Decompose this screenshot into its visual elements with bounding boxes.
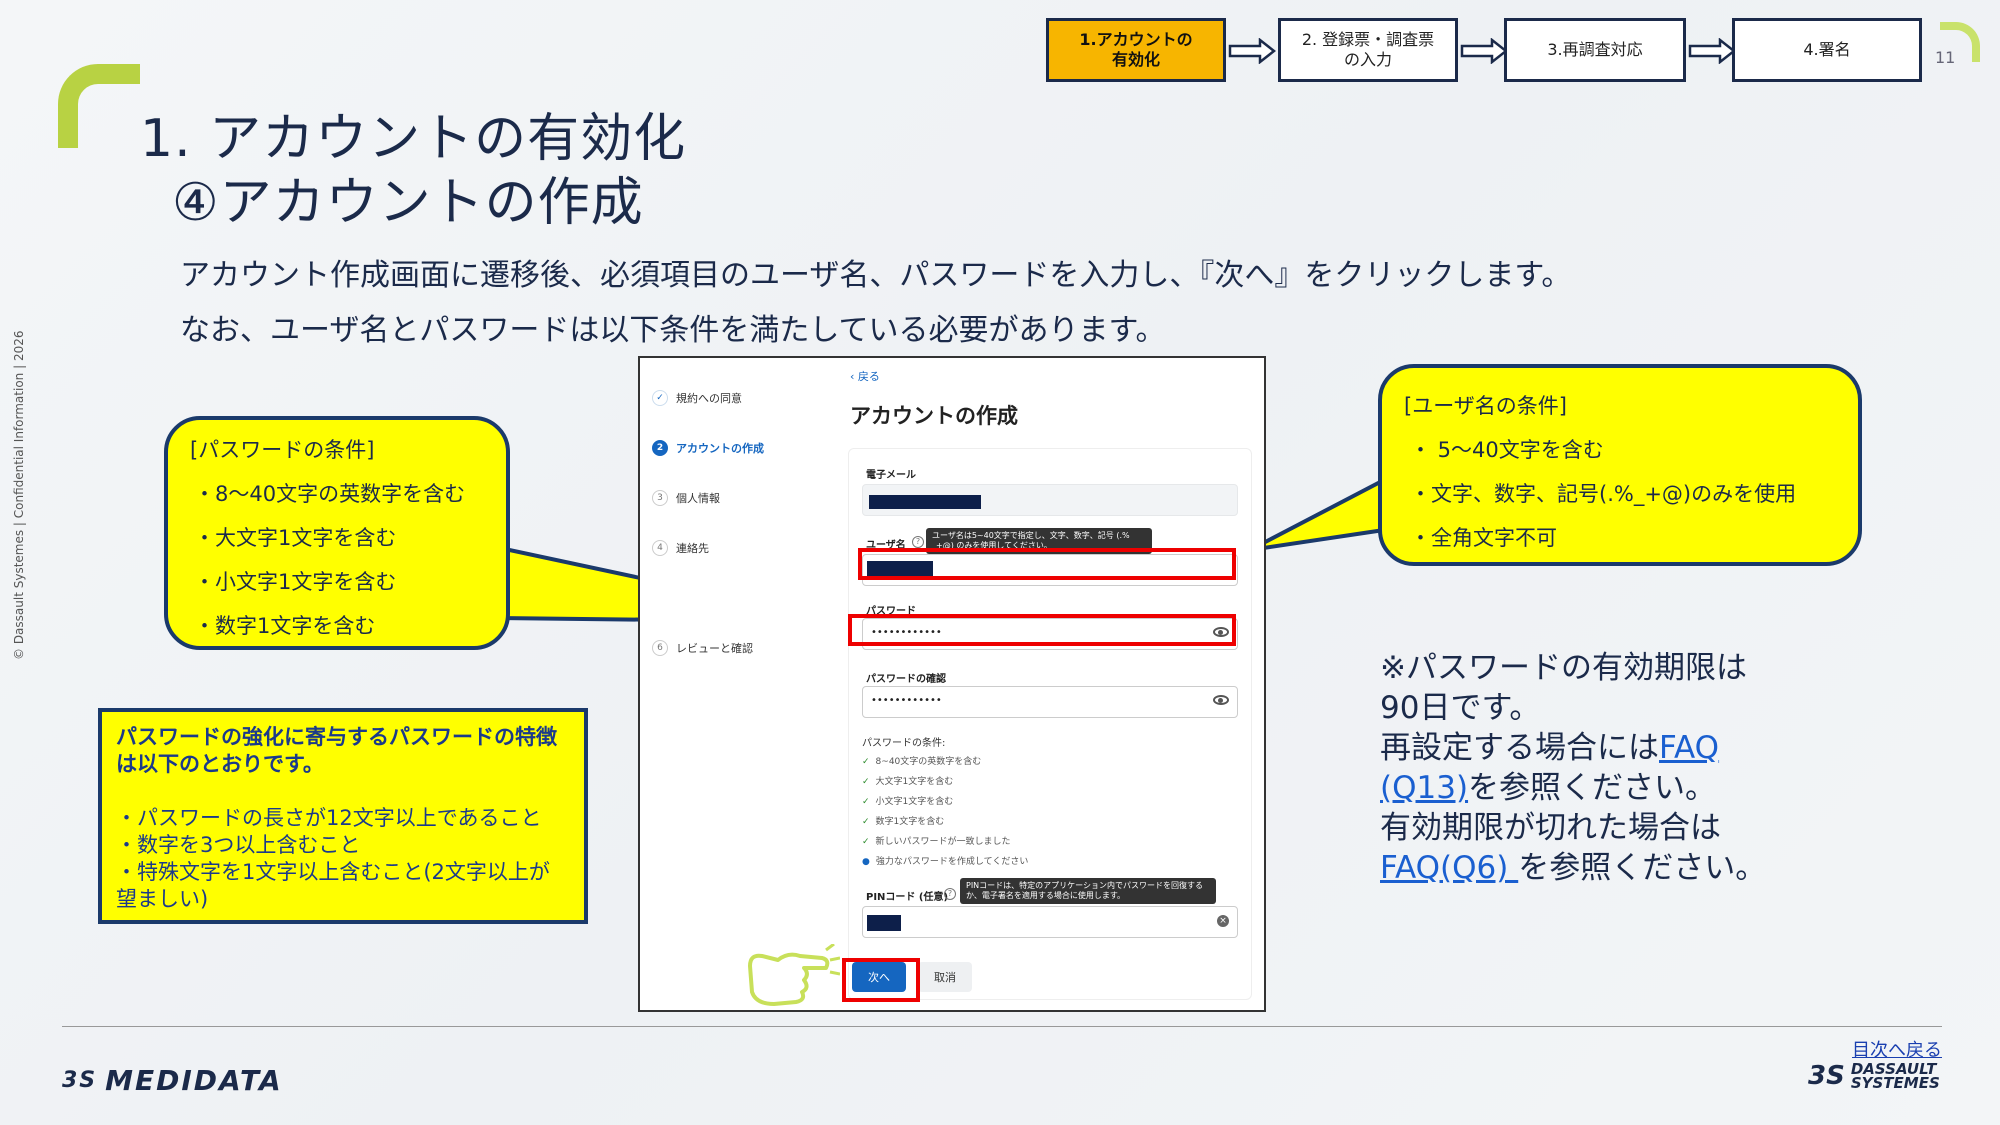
callout-item: ・小文字1文字を含む — [194, 570, 397, 594]
check-icon: ✓ — [862, 797, 870, 807]
note-line: 有効期限が切れた場合は — [1380, 810, 1721, 846]
sidebar-item-terms[interactable]: ✓ 規約への同意 — [652, 390, 742, 406]
form-heading: アカウントの作成 — [850, 404, 1018, 428]
pointing-hand-icon — [748, 944, 840, 1006]
clear-icon[interactable]: × — [1217, 915, 1229, 927]
redacted-value — [869, 495, 981, 509]
step-number: 2 — [652, 440, 668, 456]
username-highlight — [858, 548, 1236, 580]
step-number: 4 — [652, 540, 668, 556]
step-number: 3 — [652, 490, 668, 506]
redacted-value — [867, 915, 901, 931]
check-icon: ✓ — [862, 837, 870, 847]
account-creation-screenshot: ✓ 規約への同意 2 アカウントの作成 3 個人情報 4 連絡先 6 レビューと… — [638, 356, 1266, 1012]
pin-input[interactable]: × — [862, 906, 1238, 938]
info-box-item: ・特殊文字を1文字以上含むこと(2文字以上が — [116, 860, 550, 885]
medidata-logo: 3S MEDIDATA — [62, 1064, 283, 1097]
back-link[interactable]: ‹ 戻る — [850, 368, 880, 384]
callout-item: ・ 5～40文字を含む — [1410, 438, 1604, 462]
faq-q6-link[interactable]: FAQ(Q6) — [1380, 850, 1518, 886]
info-box-item: ・数字を3つ以上含むこと — [116, 832, 361, 857]
info-box-heading: は以下のとおりです。 — [116, 752, 324, 777]
check-icon: ✓ — [652, 390, 668, 406]
condition-item: ✓ 小文字1文字を含む — [862, 797, 954, 807]
password-strength-info-box: パスワードの強化に寄与するパスワードの特徴 は以下のとおりです。 ・パスワードの… — [98, 708, 588, 924]
pin-label: PINコード (任意) — [866, 892, 949, 903]
sidebar-item-label: 個人情報 — [676, 492, 720, 505]
note-line: 再設定する場合には — [1380, 730, 1659, 766]
username-conditions-callout: [ユーザ名の条件] ・ 5～40文字を含む ・文字、数字、記号(.%_+@)のみ… — [1378, 364, 1862, 566]
sidebar-item-label: 連絡先 — [676, 542, 709, 555]
callout-item: ・大文字1文字を含む — [194, 526, 397, 550]
footer-divider — [62, 1026, 1942, 1027]
info-box-item: ・パスワードの長さが12文字以上であること — [116, 805, 542, 830]
condition-item: ● 強力なパスワードを作成してください — [862, 857, 1029, 867]
check-icon: ✓ — [862, 817, 870, 827]
note-line: ※パスワードの有効期限は — [1380, 650, 1747, 686]
toc-link[interactable]: 目次へ戻る — [1852, 1036, 1942, 1062]
password-expiry-note: ※パスワードの有効期限は 90日です。 再設定する場合にはFAQ (Q13)を参… — [1380, 648, 1820, 888]
brand-name: SYSTEMES — [1850, 1074, 1940, 1092]
password-value: •••••••••••• — [871, 695, 942, 706]
sidebar-item-review[interactable]: 6 レビューと確認 — [652, 640, 753, 656]
dassault-logo: 3S DASSAULT SYSTEMES — [1808, 1061, 1940, 1092]
condition-item: ✓ 大文字1文字を含む — [862, 777, 954, 787]
check-icon: ✓ — [862, 777, 870, 787]
info-box-item: 望ましい) — [116, 887, 209, 912]
condition-item: ✓ 数字1文字を含む — [862, 817, 945, 827]
pin-tooltip: PINコードは、特定のアプリケーション内でパスワードを回復するか、電子署名を適用… — [960, 878, 1216, 904]
callout-item: ・全角文字不可 — [1410, 526, 1557, 550]
callout-item: ・文字、数字、記号(.%_+@)のみを使用 — [1410, 482, 1797, 506]
confirm-password-input[interactable]: •••••••••••• — [862, 686, 1238, 718]
help-icon[interactable]: ? — [912, 536, 924, 548]
note-line: を参照ください。 — [1518, 850, 1767, 886]
step-number: 6 — [652, 640, 668, 656]
sidebar-item-create-account[interactable]: 2 アカウントの作成 — [652, 440, 764, 456]
sidebar-item-label: 規約への同意 — [676, 392, 742, 405]
eye-icon[interactable] — [1213, 695, 1229, 705]
info-box-heading: パスワードの強化に寄与するパスワードの特徴 — [116, 725, 557, 749]
sidebar-item-contact[interactable]: 4 連絡先 — [652, 540, 709, 556]
next-button-highlight — [842, 958, 920, 1002]
sidebar-item-personal-info[interactable]: 3 個人情報 — [652, 490, 720, 506]
check-icon: ✓ — [862, 757, 870, 767]
ds-logo-icon: 3S — [1808, 1061, 1845, 1091]
condition-item: ✓ 新しいパスワードが一致しました — [862, 837, 1011, 847]
faq-q13-link[interactable]: (Q13) — [1380, 770, 1468, 806]
confirm-password-label: パスワードの確認 — [866, 674, 946, 685]
password-conditions-callout: [パスワードの条件] ・8～40文字の英数字を含む ・大文字1文字を含む ・小文… — [164, 416, 510, 650]
brand-name: MEDIDATA — [105, 1064, 283, 1097]
callout-item: ・数字1文字を含む — [194, 614, 376, 638]
email-field[interactable] — [862, 484, 1238, 516]
condition-item: ✓ 8~40文字の英数字を含む — [862, 757, 982, 767]
note-line: 90日です。 — [1380, 690, 1541, 726]
callout-item: ・8～40文字の英数字を含む — [194, 482, 466, 506]
callout-heading: [ユーザ名の条件] — [1404, 394, 1567, 418]
help-icon[interactable]: ? — [944, 888, 956, 900]
email-label: 電子メール — [866, 470, 916, 481]
sidebar-item-label: アカウントの作成 — [676, 442, 764, 455]
note-line: を参照ください。 — [1468, 770, 1717, 806]
info-dot-icon: ● — [862, 857, 870, 867]
callout-heading: [パスワードの条件] — [190, 438, 375, 462]
password-highlight — [848, 614, 1236, 646]
cancel-button[interactable]: 取消 — [918, 962, 972, 992]
ds-logo-icon: 3S — [62, 1068, 98, 1093]
faq-q13-link[interactable]: FAQ — [1659, 730, 1719, 766]
sidebar-item-label: レビューと確認 — [676, 642, 753, 655]
conditions-title: パスワードの条件: — [862, 738, 946, 749]
